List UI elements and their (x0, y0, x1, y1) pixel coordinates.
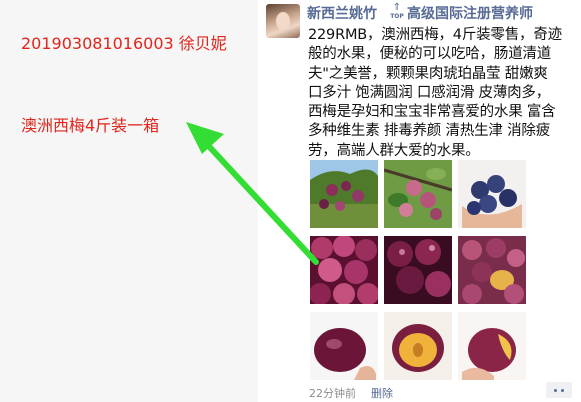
green-arrow-icon (186, 122, 319, 265)
